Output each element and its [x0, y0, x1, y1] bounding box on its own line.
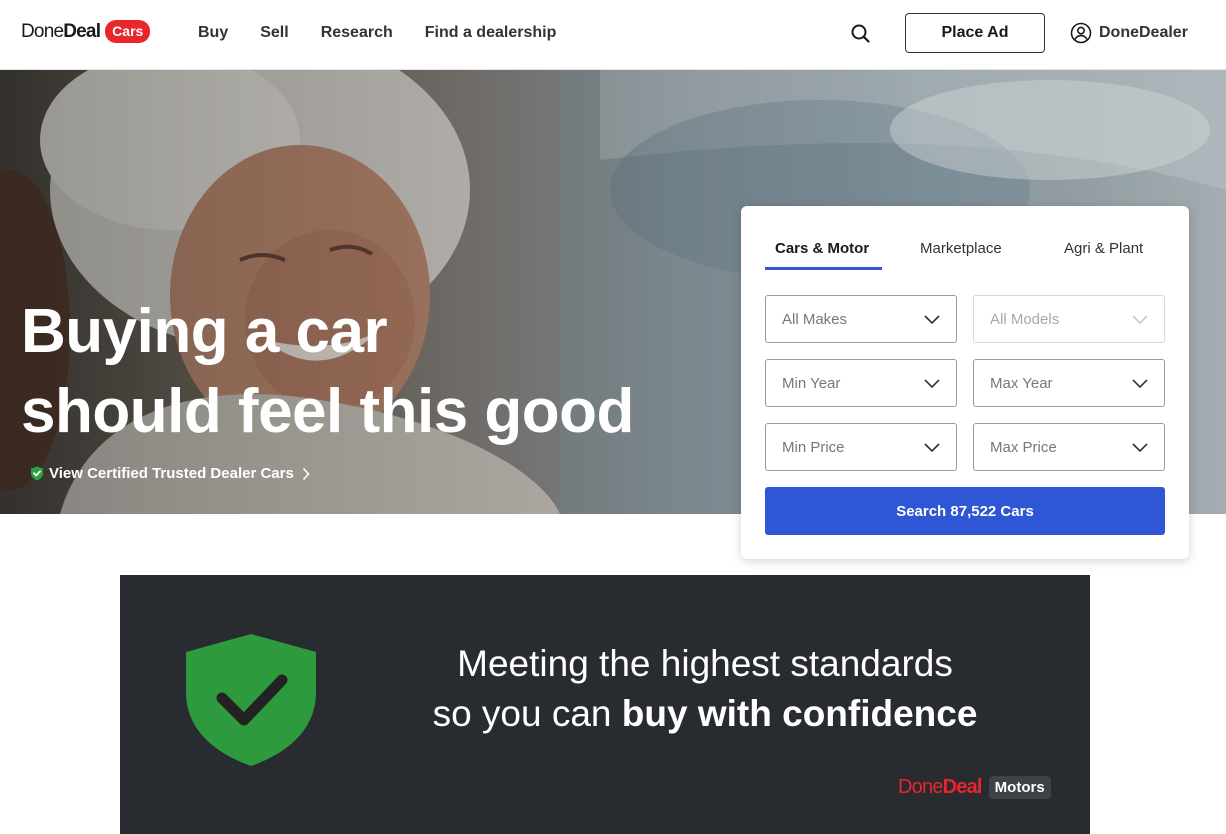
chevron-down-icon — [1132, 443, 1148, 453]
place-ad-button[interactable]: Place Ad — [905, 13, 1045, 53]
makes-select[interactable]: All Makes — [765, 295, 957, 343]
logo-deal-text: Deal — [63, 20, 101, 42]
hero-title: Buying a car should feel this good — [21, 292, 634, 452]
shield-check-icon — [186, 634, 316, 766]
tab-agri-and-plant[interactable]: Agri & Plant — [1064, 240, 1143, 257]
banner-line-2: so you can buy with confidence — [400, 689, 1010, 739]
max-year-select-value: Max Year — [990, 375, 1053, 392]
banner-line-2-bold: buy with confidence — [621, 693, 978, 734]
donedeal-motors-logo: Done Deal Motors — [898, 776, 1051, 799]
banner-headline: Meeting the highest standards so you can… — [400, 639, 1010, 739]
shield-check-icon — [31, 466, 43, 481]
max-year-select[interactable]: Max Year — [973, 359, 1165, 407]
models-select-value: All Models — [990, 311, 1060, 328]
nav-research[interactable]: Research — [321, 24, 393, 42]
certified-link-label: View Certified Trusted Dealer Cars — [49, 465, 294, 482]
max-price-select[interactable]: Max Price — [973, 423, 1165, 471]
tab-marketplace[interactable]: Marketplace — [920, 240, 1002, 257]
nav-sell[interactable]: Sell — [260, 24, 288, 42]
active-tab-indicator — [765, 267, 882, 270]
logo-done-text: Done — [21, 20, 64, 42]
account-menu[interactable]: DoneDealer — [1070, 22, 1188, 44]
chevron-down-icon — [924, 315, 940, 325]
nav-buy[interactable]: Buy — [198, 24, 228, 42]
min-price-select[interactable]: Min Price — [765, 423, 957, 471]
certified-dealer-cars-link[interactable]: View Certified Trusted Dealer Cars — [30, 465, 310, 482]
logo-cars-badge: Cars — [105, 20, 151, 43]
tab-cars-and-motor[interactable]: Cars & Motor — [775, 240, 869, 257]
models-select: All Models — [973, 295, 1165, 343]
banner-logo-motors-badge: Motors — [988, 776, 1051, 799]
chevron-down-icon — [924, 379, 940, 389]
site-header: Done Deal Cars Buy Sell Research Find a … — [0, 0, 1226, 70]
search-tabs: Cars & Motor Marketplace Agri & Plant — [765, 240, 1165, 270]
chevron-down-icon — [924, 443, 940, 453]
nav-find-a-dealership[interactable]: Find a dealership — [425, 24, 557, 42]
search-icon[interactable] — [850, 23, 872, 45]
donedeal-cars-logo[interactable]: Done Deal Cars — [21, 20, 151, 43]
account-label: DoneDealer — [1099, 24, 1188, 41]
min-year-select[interactable]: Min Year — [765, 359, 957, 407]
hero-title-line-2: should feel this good — [21, 377, 634, 446]
makes-select-value: All Makes — [782, 311, 848, 328]
chevron-down-icon — [1132, 315, 1148, 325]
hero-title-line-1: Buying a car — [21, 297, 388, 366]
main-nav: Buy Sell Research Find a dealership — [198, 24, 588, 42]
search-panel: Cars & Motor Marketplace Agri & Plant Al… — [741, 206, 1189, 559]
banner-line-1: Meeting the highest standards — [457, 643, 953, 684]
banner-logo-deal: Deal — [942, 776, 983, 798]
max-price-select-value: Max Price — [990, 439, 1057, 456]
chevron-down-icon — [1132, 379, 1148, 389]
user-circle-icon — [1070, 22, 1092, 44]
chevron-right-icon — [302, 467, 310, 480]
min-price-select-value: Min Price — [782, 439, 845, 456]
banner-logo-done: Done — [898, 776, 943, 798]
banner-line-2-regular: so you can — [432, 693, 622, 734]
min-year-select-value: Min Year — [782, 375, 841, 392]
trusted-dealer-banner[interactable]: Meeting the highest standards so you can… — [120, 575, 1090, 834]
search-cars-button[interactable]: Search 87,522 Cars — [765, 487, 1165, 535]
